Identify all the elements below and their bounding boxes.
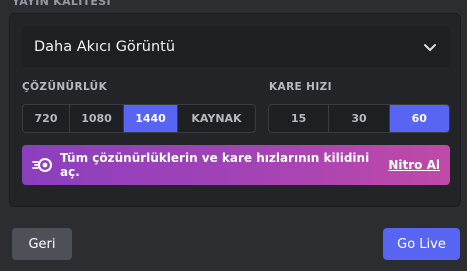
resolution-option-720[interactable]: 720	[23, 105, 70, 132]
select-value: Daha Akıcı Görüntü	[34, 38, 176, 55]
resolution-label: ÇÖZÜNÜRLÜK	[22, 81, 108, 93]
back-button[interactable]: Geri	[12, 228, 72, 260]
framerate-option-60[interactable]: 60	[389, 105, 449, 132]
resolution-option-1440[interactable]: 1440	[124, 105, 178, 132]
nitro-icon	[32, 156, 54, 174]
framerate-option-30[interactable]: 30	[329, 105, 390, 132]
chevron-down-icon	[422, 39, 438, 55]
go-live-button[interactable]: Go Live	[383, 228, 460, 260]
framerate-option-15[interactable]: 15	[269, 105, 330, 132]
quality-preset-select[interactable]: Daha Akıcı Görüntü	[22, 26, 450, 67]
nitro-banner-text: Tüm çözünürlüklerin ve kare hızlarının k…	[60, 151, 370, 179]
resolution-option-source[interactable]: KAYNAK	[178, 105, 255, 132]
nitro-upsell-banner: Tüm çözünürlüklerin ve kare hızlarının k…	[22, 145, 450, 185]
framerate-label: KARE HIZI	[269, 81, 332, 93]
resolution-option-1080[interactable]: 1080	[70, 105, 124, 132]
section-title: YAYIN KALİTESİ	[12, 0, 111, 8]
resolution-selector: 720 1080 1440 KAYNAK	[22, 104, 256, 133]
framerate-selector: 15 30 60	[268, 104, 450, 133]
get-nitro-link[interactable]: Nitro Al	[388, 158, 440, 172]
stream-quality-panel: Daha Akıcı Görüntü ÇÖZÜNÜRLÜK KARE HIZI …	[9, 13, 461, 207]
modal-footer: Geri Go Live	[0, 215, 467, 271]
